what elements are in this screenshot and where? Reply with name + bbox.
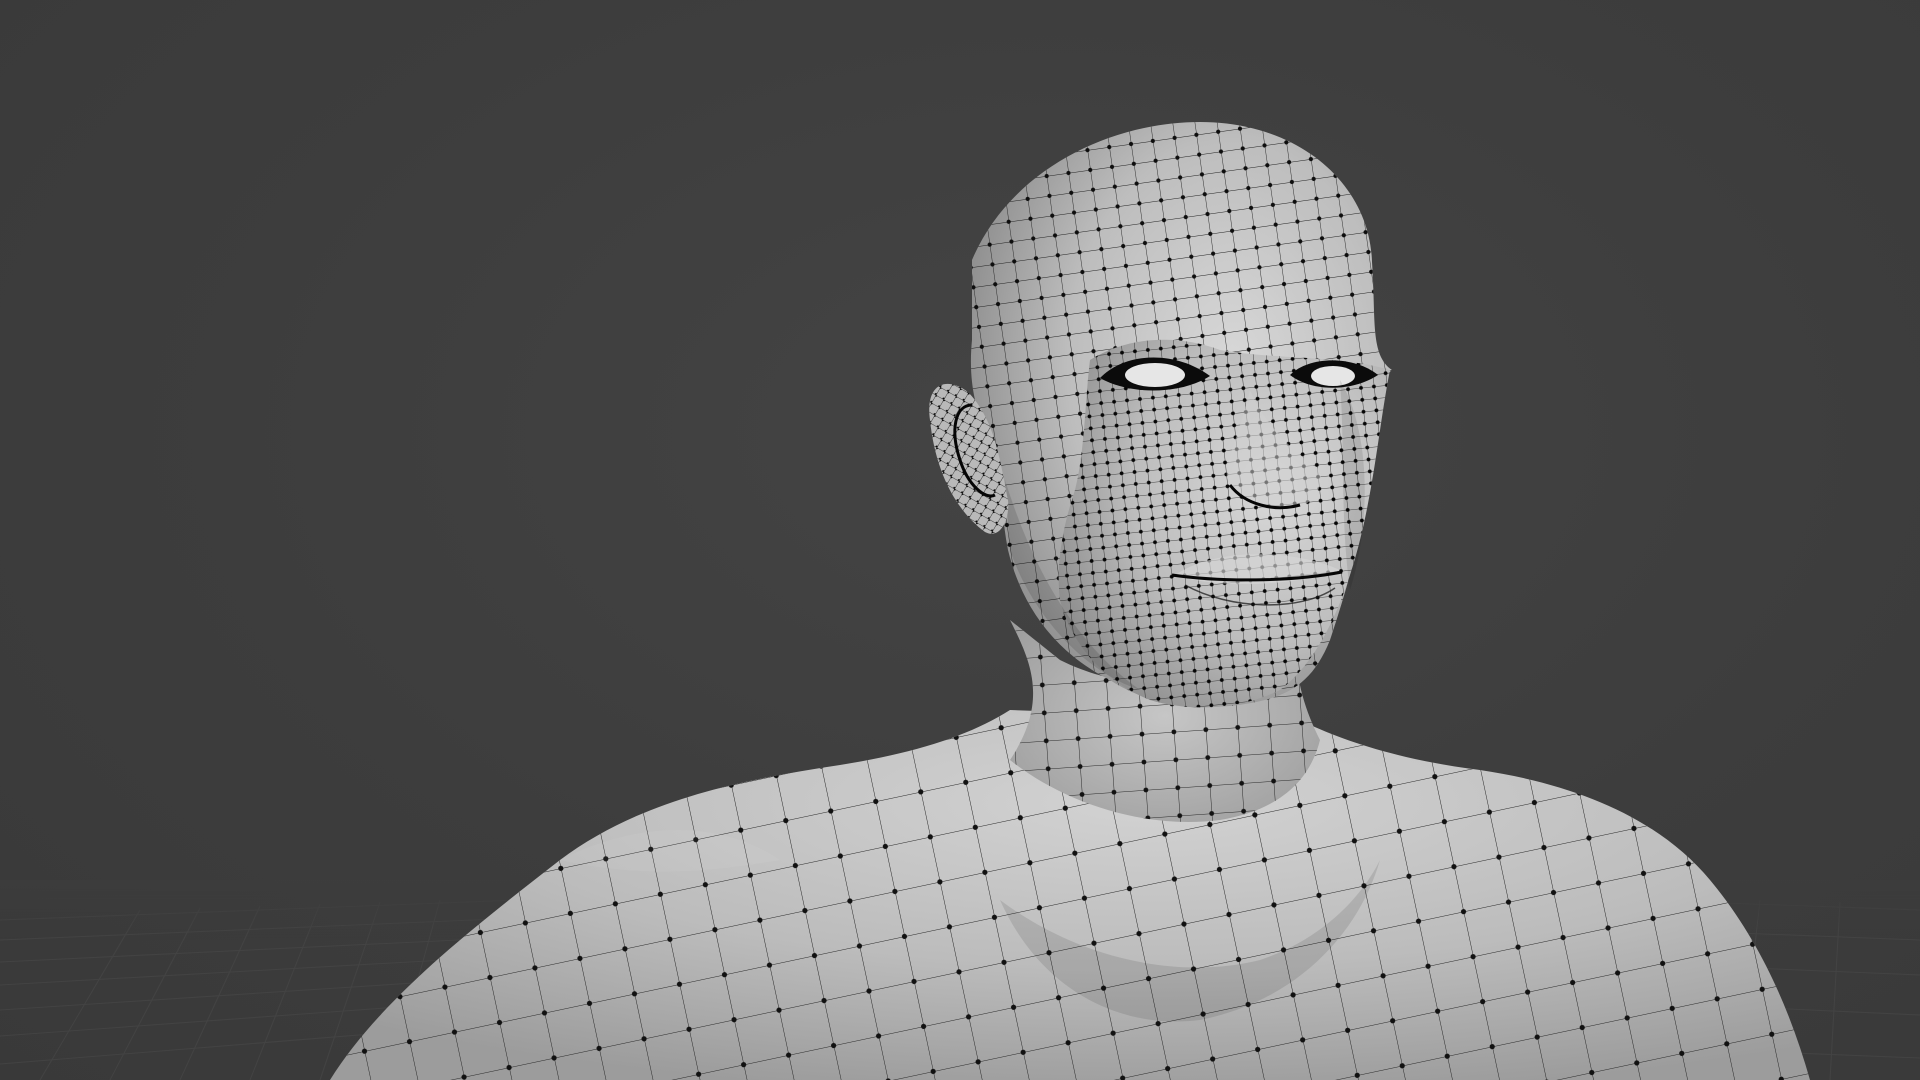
head-mesh[interactable] [940,100,1420,720]
3d-viewport[interactable] [0,0,1920,1080]
viewport-canvas[interactable] [0,0,1920,1080]
